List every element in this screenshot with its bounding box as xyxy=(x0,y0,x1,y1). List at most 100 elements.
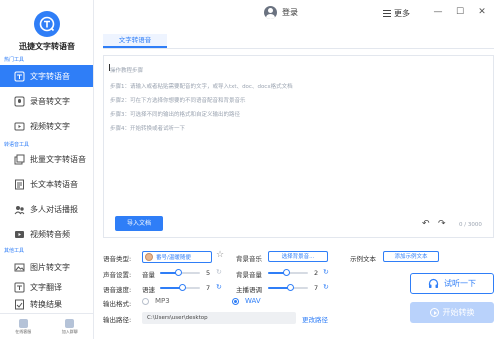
editor-hint-line: 步骤1：请输入或者粘贴需要配音的文字，或导入txt、doc、docx格式文档 xyxy=(110,84,293,90)
sidebar-item-label: 文字转语音 xyxy=(30,71,70,81)
add-example-text-button[interactable]: 添加示例文本 xyxy=(383,251,439,262)
group-label-hot: 热门工具 xyxy=(4,57,25,63)
group-label-other: 其他工具 xyxy=(4,248,25,254)
radio-indicator xyxy=(232,297,239,305)
volume-label: 音量 xyxy=(142,271,155,279)
bg-volume-label: 背景音量 xyxy=(236,271,262,279)
title-bar: 登录 更多 — ☐ ✕ xyxy=(94,0,500,28)
sidebar-item-label: 多人对话播报 xyxy=(30,204,78,214)
headphones-icon xyxy=(428,278,439,288)
voice-type-label: 语音类型: xyxy=(103,255,132,263)
sidebar-item-label: 长文本转语音 xyxy=(30,179,78,189)
app-name: 迅捷文字转语音 xyxy=(19,42,75,51)
sidebar-item-label: 视频转音频 xyxy=(30,229,70,239)
pitch-slider-handle[interactable] xyxy=(287,284,294,291)
volume-value: 5 xyxy=(206,269,211,277)
bgm-label: 背景音乐 xyxy=(236,255,262,263)
maximize-button[interactable]: ☐ xyxy=(455,7,465,17)
record-icon xyxy=(14,96,25,107)
image-icon xyxy=(14,262,25,273)
batch-icon xyxy=(14,154,25,165)
radio-indicator xyxy=(142,297,149,305)
char-counter: 0 / 3000 xyxy=(459,222,482,228)
avatar-icon xyxy=(264,6,277,19)
text-to-speech-icon xyxy=(14,71,25,82)
headset-icon xyxy=(18,318,28,328)
output-path-field[interactable]: C:\Users\user\desktop xyxy=(142,312,296,324)
bgm-select-button[interactable]: 选择背景音... xyxy=(268,251,328,262)
volume-slider-handle[interactable] xyxy=(175,269,182,276)
sidebar: 迅捷文字转语音 热门工具 文字转语音 录音转文字 视频转文字 转语音工具 批量文… xyxy=(0,0,94,339)
sidebar-item-label: 转换结果 xyxy=(30,299,62,309)
change-path-link[interactable]: 更改路径 xyxy=(302,314,328,324)
join-group-button[interactable]: 加入群聊 xyxy=(62,318,78,335)
video-icon xyxy=(14,121,25,132)
format-radio-mp3[interactable]: MP3 xyxy=(142,297,170,305)
pitch-label: 主播语调 xyxy=(236,286,262,294)
sidebar-item-label: 图片转文字 xyxy=(30,262,70,272)
sound-settings-label: 声音设置: xyxy=(103,271,132,279)
bg-volume-reset-icon[interactable]: ↻ xyxy=(323,268,329,276)
pitch-slider[interactable] xyxy=(268,284,308,291)
undo-icon[interactable]: ↶ xyxy=(422,219,430,229)
voice-avatar-icon xyxy=(145,253,153,261)
sidebar-item-video-to-text[interactable]: 视频转文字 xyxy=(0,115,93,137)
redo-icon[interactable]: ↷ xyxy=(438,219,446,229)
format-radio-wav[interactable]: WAV xyxy=(232,297,261,305)
minimize-button[interactable]: — xyxy=(433,7,443,17)
editor-hint-line: 步骤3：可选择不同的输出的格式和自定义输出的路径 xyxy=(110,112,241,118)
volume-reset-icon[interactable]: ↻ xyxy=(216,268,222,276)
translate-icon xyxy=(14,282,25,293)
speed-value: 7 xyxy=(206,284,211,292)
tab-divider xyxy=(103,48,494,49)
sidebar-item-label: 视频转文字 xyxy=(30,121,70,131)
more-menu-button[interactable]: 更多 xyxy=(383,8,410,19)
play-icon xyxy=(429,308,439,317)
speed-slider-handle[interactable] xyxy=(179,284,186,291)
long-text-icon xyxy=(14,179,25,190)
video-audio-icon xyxy=(14,229,25,240)
speed-slider[interactable] xyxy=(160,284,200,291)
app-logo-icon xyxy=(34,11,60,37)
sidebar-item-label: 录音转文字 xyxy=(30,96,70,106)
sidebar-footer: 在线客服 加入群聊 xyxy=(0,313,93,339)
sidebar-item-video-to-audio[interactable]: 视频转音频 xyxy=(0,223,93,245)
sidebar-item-multi-dialog[interactable]: 多人对话播报 xyxy=(0,198,93,220)
sidebar-item-text-to-speech[interactable]: 文字转语音 xyxy=(0,65,93,87)
online-service-button[interactable]: 在线客服 xyxy=(15,318,31,335)
sidebar-item-record-to-text[interactable]: 录音转文字 xyxy=(0,90,93,112)
menu-icon xyxy=(383,8,391,19)
result-icon xyxy=(14,299,25,310)
format-label: 输出格式: xyxy=(103,300,132,308)
pitch-value: 7 xyxy=(314,284,319,292)
sidebar-item-long-text[interactable]: 长文本转语音 xyxy=(0,173,93,195)
sidebar-item-translate[interactable]: 文字翻译 xyxy=(0,280,93,294)
bg-volume-value: 2 xyxy=(314,269,319,277)
editor-hint-line: 步骤4：开始转换或者试听一下 xyxy=(110,126,186,132)
volume-slider[interactable] xyxy=(160,269,200,276)
tab-text-to-speech[interactable]: 文字转语音 xyxy=(103,34,167,48)
output-path-label: 输出路径: xyxy=(103,316,132,324)
speed-section-label: 语音速度: xyxy=(103,286,132,294)
start-convert-button[interactable]: 开始转换 xyxy=(410,302,494,323)
text-editor[interactable]: 操作教程步骤 步骤1：请输入或者粘贴需要配音的文字，或导入txt、doc、doc… xyxy=(103,55,494,238)
editor-hint-line: 步骤2：可在下方选择你想要的不同语音配音和背景音乐 xyxy=(110,98,246,104)
favorite-star-icon[interactable]: ☆ xyxy=(216,250,224,260)
bg-volume-slider[interactable] xyxy=(268,269,308,276)
sidebar-item-label: 批量文字转语音 xyxy=(30,154,86,164)
listen-preview-button[interactable]: 试听一下 xyxy=(410,273,494,294)
sidebar-item-batch-tts[interactable]: 批量文字转语音 xyxy=(0,148,93,170)
pitch-reset-icon[interactable]: ↻ xyxy=(323,283,329,291)
speed-label: 语速 xyxy=(142,286,155,294)
example-text-label: 示例文本 xyxy=(350,255,376,263)
close-button[interactable]: ✕ xyxy=(477,7,487,17)
sidebar-item-results[interactable]: 转换结果 xyxy=(0,296,93,312)
bg-volume-slider-handle[interactable] xyxy=(283,269,290,276)
group-label-speech: 转语音工具 xyxy=(4,142,30,148)
voice-select-button[interactable]: 番号/温暖随便 xyxy=(142,251,212,263)
sidebar-item-image-to-text[interactable]: 图片转文字 xyxy=(0,256,93,278)
login-button[interactable]: 登录 xyxy=(264,6,298,19)
import-document-button[interactable]: 导入文档 xyxy=(115,216,163,231)
group-chat-icon xyxy=(65,318,75,328)
speed-reset-icon[interactable]: ↻ xyxy=(216,283,222,291)
